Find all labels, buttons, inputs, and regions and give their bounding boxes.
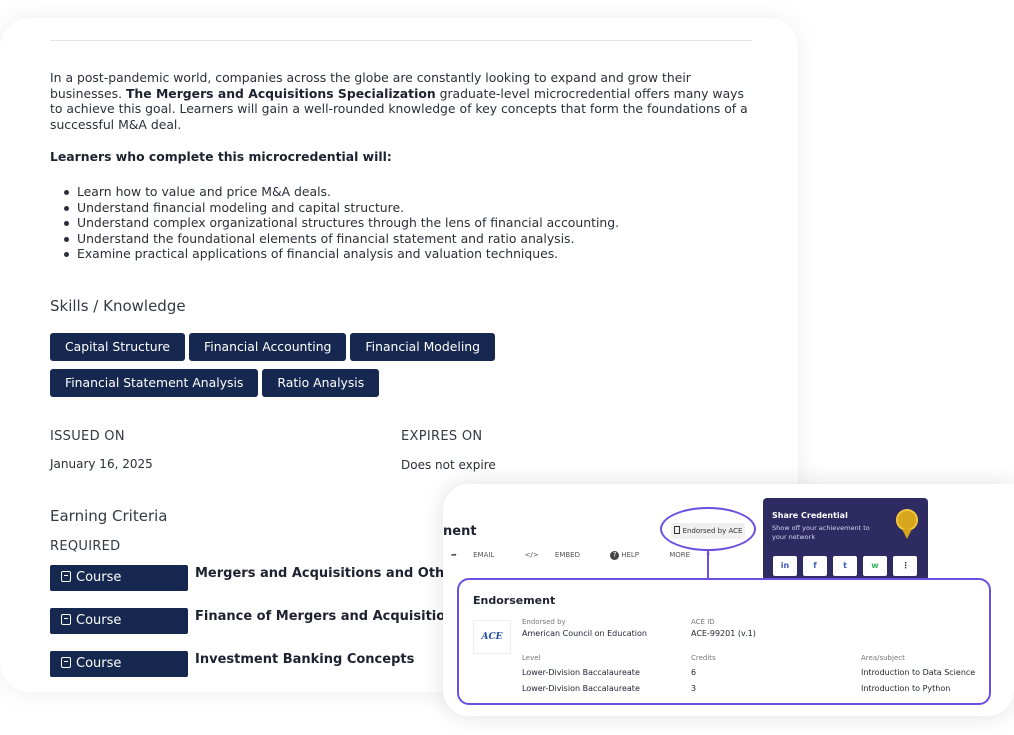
highlight-connector-line <box>707 551 709 578</box>
embed-action[interactable]: </> EMBED <box>525 551 594 559</box>
whatsapp-icon[interactable]: w <box>863 556 887 576</box>
share-credential-card: Share Credential Show off your achieveme… <box>763 498 928 578</box>
learning-outcomes-list: Learn how to value and price M&A deals. … <box>63 184 620 262</box>
area-subject-value: Introduction to Python <box>861 684 951 693</box>
help-icon: ? <box>610 551 620 560</box>
level-value: Lower-Division Baccalaureate <box>522 668 640 677</box>
level-value: Lower-Division Baccalaureate <box>522 684 640 693</box>
action-bar: ➦ EMAIL </> EMBED ?HELP MORE ▾ <box>451 551 738 560</box>
course-badge-label: Course <box>76 613 122 628</box>
linkedin-icon[interactable]: in <box>773 556 797 576</box>
ace-id-value: ACE-99201 (v.1) <box>691 629 756 638</box>
area-subject-value: Introduction to Data Science <box>861 668 976 677</box>
ace-id-label: ACE ID <box>691 618 715 626</box>
course-icon <box>61 571 71 582</box>
top-divider <box>50 40 752 41</box>
twitter-icon[interactable]: t <box>833 556 857 576</box>
help-action[interactable]: ? HELP <box>610 551 653 560</box>
partial-page-title: nent <box>443 524 477 539</box>
course-badge[interactable]: Course <box>50 565 188 591</box>
skills-list: Capital Structure Financial Accounting Fin… <box>50 333 610 405</box>
expires-on-value: Does not expire <box>401 458 496 472</box>
more-action[interactable]: MORE ▾ <box>669 551 724 559</box>
course-badge-label: Course <box>76 656 122 671</box>
intro-specialization-name: The Mergers and Acquisitions Specializat… <box>125 85 436 101</box>
endorsement-title: Endorsement <box>473 594 556 607</box>
more-options-icon[interactable]: ⋮ <box>893 556 917 576</box>
share-title: Share Credential <box>772 511 848 520</box>
issued-on-value: January 16, 2025 <box>50 457 153 471</box>
skill-tag-ratio-analysis[interactable]: Ratio Analysis <box>262 369 380 397</box>
outcome-item: Understand financial modeling and capita… <box>63 200 619 216</box>
endorsed-by-label: Endorsed by <box>522 618 566 626</box>
skill-tag-financial-modeling[interactable]: Financial Modeling <box>350 333 495 361</box>
issued-on-label: ISSUED ON <box>50 429 125 444</box>
skills-heading: Skills / Knowledge <box>50 297 186 315</box>
skill-tag-capital-structure[interactable]: Capital Structure <box>50 333 186 361</box>
description-paragraph: In a post-pandemic world, companies acro… <box>50 70 758 132</box>
skill-tag-financial-accounting[interactable]: Financial Accounting <box>189 333 347 361</box>
endorsement-preview-panel: nent ➦ EMAIL </> EMBED ?HELP MORE ▾ Endo… <box>443 484 1014 716</box>
outcome-item: Examine practical applications of financ… <box>63 246 619 262</box>
award-medal-icon <box>896 509 918 539</box>
level-label: Level <box>522 654 541 662</box>
course-title-mergers-acquisitions-other[interactable]: Mergers and Acquisitions and Other <box>195 566 460 581</box>
share-arrow-icon: ➦ <box>451 551 457 559</box>
code-icon: </> <box>524 551 539 559</box>
endorsed-by-ace-button[interactable]: Endorsed by ACE <box>671 523 745 539</box>
outcome-item: Understand the foundational elements of … <box>63 231 619 247</box>
credits-value: 6 <box>691 668 697 677</box>
ace-logo: ACE <box>473 620 511 654</box>
outcome-item: Understand complex organizational struct… <box>63 215 620 231</box>
share-subtitle: Show off your achievement to your networ… <box>772 524 870 541</box>
facebook-icon[interactable]: f <box>803 556 827 576</box>
document-icon <box>673 526 680 534</box>
outcome-item: Learn how to value and price M&A deals. <box>63 184 619 200</box>
share-icons: in f t w ⋮ <box>773 556 923 576</box>
earning-criteria-heading: Earning Criteria <box>50 507 168 525</box>
required-label: REQUIRED <box>50 539 121 554</box>
course-badge[interactable]: Course <box>50 608 188 634</box>
email-action[interactable]: ➦ EMAIL <box>451 551 508 559</box>
endorsed-by-value: American Council on Education <box>522 629 647 638</box>
course-icon <box>61 614 71 625</box>
course-title-finance-mergers-acquisitions[interactable]: Finance of Mergers and Acquisitions <box>195 609 462 624</box>
learners-heading: Learners who complete this microcredenti… <box>50 149 392 164</box>
expires-on-label: EXPIRES ON <box>401 429 483 444</box>
course-badge[interactable]: Course <box>50 651 188 677</box>
course-title-investment-banking-concepts[interactable]: Investment Banking Concepts <box>195 652 414 667</box>
credits-value: 3 <box>691 684 697 693</box>
area-subject-label: Area/subject <box>861 654 905 662</box>
credits-label: Credits <box>691 654 716 662</box>
course-badge-label: Course <box>76 570 122 585</box>
course-icon <box>61 657 71 668</box>
skill-tag-financial-statement-analysis[interactable]: Financial Statement Analysis <box>50 369 259 397</box>
endorsement-box: Endorsement ACE Endorsed by American Cou… <box>457 578 991 705</box>
